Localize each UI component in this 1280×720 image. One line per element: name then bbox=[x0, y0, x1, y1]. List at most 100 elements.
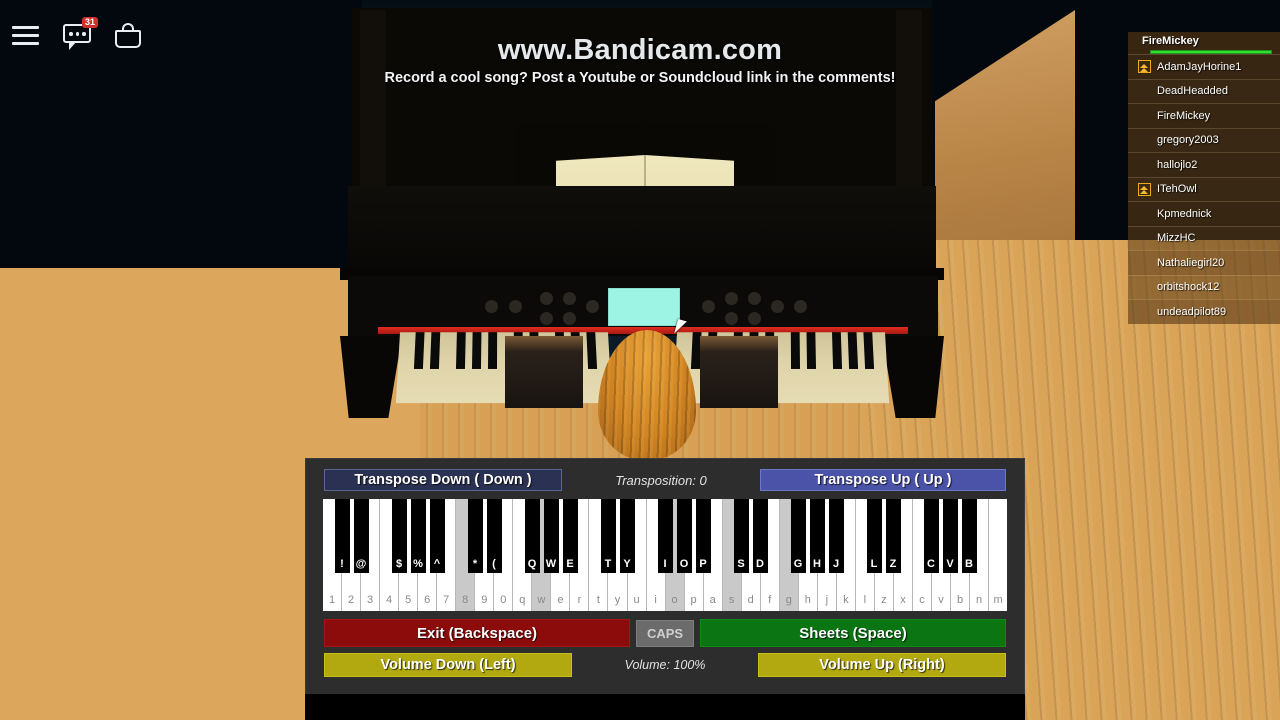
piano-white-key[interactable]: m bbox=[989, 499, 1008, 611]
white-key-label: l bbox=[863, 594, 867, 606]
black-key-label: @ bbox=[355, 558, 367, 570]
piano-gui-panel: Transpose Down ( Down ) Transposition: 0… bbox=[305, 458, 1025, 696]
sheets-button[interactable]: Sheets (Space) bbox=[700, 619, 1006, 647]
black-key-label: H bbox=[813, 558, 821, 570]
white-key-label: 4 bbox=[386, 594, 393, 606]
piano-black-key[interactable]: ! bbox=[334, 499, 350, 573]
white-key-label: w bbox=[537, 594, 546, 606]
black-key-label: Q bbox=[527, 558, 537, 570]
piano-black-key[interactable]: G bbox=[790, 499, 806, 573]
piano-black-key[interactable]: D bbox=[752, 499, 768, 573]
hamburger-menu-icon[interactable] bbox=[12, 21, 39, 50]
volume-down-button[interactable]: Volume Down (Left) bbox=[324, 653, 572, 677]
transpose-up-button[interactable]: Transpose Up ( Up ) bbox=[760, 469, 1006, 491]
player-list-item[interactable]: DeadHeadded bbox=[1128, 78, 1280, 103]
player-name: hallojlo2 bbox=[1157, 158, 1198, 171]
white-key-label: o bbox=[671, 594, 678, 606]
chat-icon[interactable]: 31 bbox=[63, 17, 98, 50]
black-key-label: I bbox=[663, 558, 667, 570]
piano-black-key[interactable]: C bbox=[923, 499, 939, 573]
piano-black-key[interactable]: E bbox=[562, 499, 578, 573]
piano-black-key[interactable]: V bbox=[942, 499, 958, 573]
white-key-label: t bbox=[596, 594, 600, 606]
white-key-label: a bbox=[709, 594, 716, 606]
white-key-label: n bbox=[976, 594, 983, 606]
black-key-label: P bbox=[699, 558, 707, 570]
piano-black-key[interactable]: Q bbox=[524, 499, 540, 573]
white-key-label: m bbox=[993, 594, 1003, 606]
piano-black-key[interactable]: H bbox=[809, 499, 825, 573]
organ-pedal-right bbox=[700, 336, 778, 408]
piano-keyboard[interactable]: 1234567890qwe r t yu i opasd f gh j k l z x c vbnm ! @ $… bbox=[323, 499, 1008, 611]
piano-black-key[interactable]: I bbox=[657, 499, 673, 573]
black-key-label: ! bbox=[340, 558, 344, 570]
black-key-label: ( bbox=[492, 558, 496, 570]
transposition-value: Transposition: 0 bbox=[615, 472, 707, 488]
piano-black-key[interactable]: L bbox=[866, 499, 882, 573]
piano-black-key[interactable]: O bbox=[676, 499, 692, 573]
player-list-item[interactable]: ITehOwl bbox=[1128, 176, 1280, 201]
white-key-label: 0 bbox=[500, 594, 507, 606]
player-list-item[interactable]: hallojlo2 bbox=[1128, 152, 1280, 177]
volume-row: Volume Down (Left) Volume: 100% Volume U… bbox=[306, 647, 1024, 677]
piano-black-key[interactable]: ( bbox=[486, 499, 502, 573]
player-list-rows: AdamJayHorine1 DeadHeadded FireMickey grego… bbox=[1128, 54, 1280, 324]
player-name: undeadpilot89 bbox=[1157, 305, 1227, 318]
player-list-item[interactable]: undeadpilot89 bbox=[1128, 299, 1280, 324]
rank-icon bbox=[1138, 60, 1151, 74]
piano-black-key[interactable]: P bbox=[695, 499, 711, 573]
player-list-item[interactable]: Nathaliegirl20 bbox=[1128, 250, 1280, 275]
backpack-icon[interactable] bbox=[115, 22, 141, 48]
player-list-item[interactable]: MizzHC bbox=[1128, 225, 1280, 250]
white-key-label: q bbox=[519, 594, 526, 606]
transpose-down-button[interactable]: Transpose Down ( Down ) bbox=[324, 469, 562, 491]
black-key-label: Y bbox=[623, 558, 631, 570]
black-key-label: W bbox=[545, 558, 557, 570]
volume-value: Volume: 100% bbox=[624, 658, 706, 672]
black-key-label: D bbox=[756, 558, 764, 570]
black-key-label: * bbox=[472, 558, 478, 570]
white-key-label: g bbox=[785, 594, 792, 606]
black-key-label: % bbox=[413, 558, 423, 570]
exit-button[interactable]: Exit (Backspace) bbox=[324, 619, 630, 647]
piano-black-key[interactable]: * bbox=[467, 499, 483, 573]
piano-black-key[interactable]: W bbox=[543, 499, 559, 573]
screen-bottom-mask bbox=[305, 694, 1025, 720]
piano-black-key[interactable]: Y bbox=[619, 499, 635, 573]
piano-black-key[interactable]: T bbox=[600, 499, 616, 573]
caps-toggle[interactable]: CAPS bbox=[636, 619, 694, 647]
piano-black-key[interactable]: S bbox=[733, 499, 749, 573]
white-key-label: 2 bbox=[347, 594, 355, 606]
piano-black-key[interactable]: Z bbox=[885, 499, 901, 573]
piano-black-key[interactable]: % bbox=[410, 499, 426, 573]
piano-black-key[interactable]: ^ bbox=[429, 499, 445, 573]
player-list-item[interactable]: Kpmednick bbox=[1128, 201, 1280, 226]
white-key-label: 8 bbox=[462, 594, 469, 606]
white-key-label: i bbox=[654, 594, 657, 606]
piano-black-key[interactable]: @ bbox=[353, 499, 369, 573]
white-key-label: 7 bbox=[443, 594, 450, 606]
white-key-label: 6 bbox=[424, 594, 431, 606]
transpose-row: Transpose Down ( Down ) Transposition: 0… bbox=[306, 459, 1024, 495]
white-key-label: c bbox=[919, 594, 925, 606]
player-name: Kpmednick bbox=[1157, 207, 1212, 220]
black-key-label: V bbox=[946, 558, 954, 570]
organ-pillar-left bbox=[360, 10, 386, 190]
volume-up-button[interactable]: Volume Up (Right) bbox=[758, 653, 1006, 677]
white-key-label: 5 bbox=[405, 594, 412, 606]
piano-black-key[interactable]: J bbox=[828, 499, 844, 573]
white-key-label: 9 bbox=[481, 594, 488, 606]
game-screen: 31 www.Bandicam.com Record a cool song? … bbox=[0, 0, 1280, 720]
player-list-item[interactable]: FireMickey bbox=[1128, 103, 1280, 128]
rank-icon bbox=[1138, 182, 1151, 196]
piano-black-key[interactable]: B bbox=[961, 499, 977, 573]
piano-black-key[interactable]: $ bbox=[391, 499, 407, 573]
white-key-label: k bbox=[843, 594, 849, 606]
white-key-label: r bbox=[577, 594, 582, 606]
player-list-item[interactable]: gregory2003 bbox=[1128, 127, 1280, 152]
white-key-label: v bbox=[938, 594, 944, 606]
organ-display-screen bbox=[608, 288, 680, 326]
player-list-item[interactable]: orbitshock12 bbox=[1128, 274, 1280, 299]
black-key-label: C bbox=[927, 558, 935, 570]
player-list-item[interactable]: AdamJayHorine1 bbox=[1128, 54, 1280, 79]
